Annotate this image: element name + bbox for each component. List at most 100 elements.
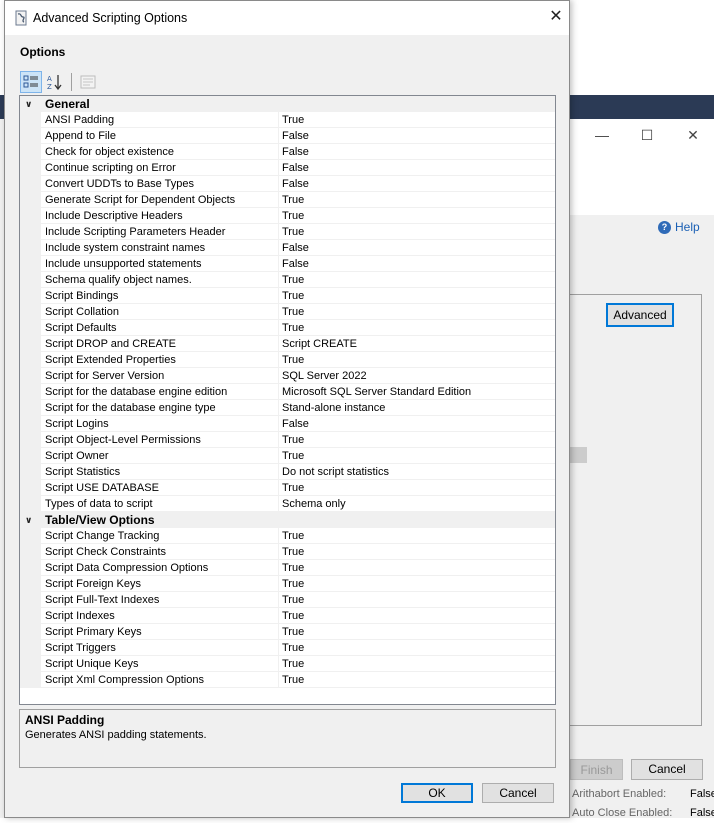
property-row[interactable]: Script Unique Keys True [20,656,555,672]
property-value[interactable]: True [282,448,304,464]
property-row[interactable]: Types of data to script Schema only [20,496,555,512]
property-row[interactable]: Script Xml Compression Options True [20,672,555,688]
property-value[interactable]: True [282,112,304,128]
property-value[interactable]: True [282,672,304,688]
property-value[interactable]: True [282,656,304,672]
property-value[interactable]: True [282,624,304,640]
property-row[interactable]: Include unsupported statements False [20,256,555,272]
property-row[interactable]: Script USE DATABASE True [20,480,555,496]
property-row[interactable]: Script Data Compression Options True [20,560,555,576]
property-row[interactable]: Include Scripting Parameters Header True [20,224,555,240]
close-icon[interactable]: ✕ [546,7,566,27]
property-value[interactable]: True [282,352,304,368]
property-row[interactable]: Include Descriptive Headers True [20,208,555,224]
property-row[interactable]: Append to File False [20,128,555,144]
property-value[interactable]: True [282,320,304,336]
property-value[interactable]: True [282,208,304,224]
property-value[interactable]: False [282,160,309,176]
property-value[interactable]: Schema only [282,496,346,512]
svg-text:A: A [47,75,52,83]
advanced-scripting-options-dialog: Advanced Scripting Options ✕ Options A Z [4,0,570,818]
row-gutter [20,416,41,432]
property-row[interactable]: Script Bindings True [20,288,555,304]
property-row[interactable]: Script Check Constraints True [20,544,555,560]
advanced-button[interactable]: Advanced [606,303,674,327]
cancel-button[interactable]: Cancel [482,783,554,803]
property-value[interactable]: False [282,144,309,160]
property-value[interactable]: True [282,544,304,560]
property-value[interactable]: False [282,416,309,432]
property-row[interactable]: ANSI Padding True [20,112,555,128]
property-name: Script Full-Text Indexes [45,594,160,606]
property-row[interactable]: Script Primary Keys True [20,624,555,640]
property-value[interactable]: True [282,608,304,624]
help-label: Help [675,220,700,234]
property-value[interactable]: Do not script statistics [282,464,389,480]
property-row[interactable]: Continue scripting on Error False [20,160,555,176]
property-value[interactable]: False [282,240,309,256]
property-value[interactable]: True [282,640,304,656]
property-value[interactable]: Stand-alone instance [282,400,385,416]
property-row[interactable]: Script Object-Level Permissions True [20,432,555,448]
help-link[interactable]: ? Help [658,219,700,235]
property-row[interactable]: Include system constraint names False [20,240,555,256]
property-row[interactable]: Generate Script for Dependent Objects Tru… [20,192,555,208]
property-value[interactable]: True [282,432,304,448]
property-value[interactable]: True [282,272,304,288]
category-header[interactable]: ∨ General [20,96,555,112]
property-row[interactable]: Script Change Tracking True [20,528,555,544]
background-footer: Arithabort Enabled: False Auto Close Ena… [570,785,714,823]
property-row[interactable]: Script Logins False [20,416,555,432]
property-row[interactable]: Schema qualify object names. True [20,272,555,288]
property-row[interactable]: Convert UDDTs to Base Types False [20,176,555,192]
property-value[interactable]: True [282,288,304,304]
property-row[interactable]: Script for Server Version SQL Server 2022 [20,368,555,384]
close-icon[interactable]: ✕ [683,125,703,145]
categorized-view-button[interactable] [20,70,42,93]
alphabetical-view-button[interactable]: A Z [44,71,66,93]
chevron-down-icon[interactable]: ∨ [25,96,37,112]
property-value[interactable]: True [282,592,304,608]
property-row[interactable]: Script for the database engine type Stand… [20,400,555,416]
minimize-icon[interactable]: — [592,125,612,145]
property-value[interactable]: False [282,256,309,272]
property-value[interactable]: False [282,176,309,192]
property-row[interactable]: Script Triggers True [20,640,555,656]
property-row[interactable]: Script Collation True [20,304,555,320]
maximize-icon[interactable]: ☐ [637,125,657,145]
property-row[interactable]: Script Foreign Keys True [20,576,555,592]
property-value[interactable]: True [282,224,304,240]
ok-button[interactable]: OK [401,783,473,803]
property-name: Script for the database engine edition [45,386,228,398]
property-value[interactable]: Microsoft SQL Server Standard Edition [282,384,471,400]
property-value[interactable]: True [282,192,304,208]
column-divider [278,576,279,592]
property-value[interactable]: Script CREATE [282,336,357,352]
finish-button[interactable]: Finish [570,759,623,780]
row-gutter [20,672,41,688]
property-row[interactable]: Script Extended Properties True [20,352,555,368]
property-name: Include Descriptive Headers [45,210,183,222]
property-value[interactable]: True [282,576,304,592]
property-value[interactable]: True [282,480,304,496]
background-cancel-button[interactable]: Cancel [631,759,703,780]
property-value[interactable]: SQL Server 2022 [282,368,367,384]
property-row[interactable]: Script Full-Text Indexes True [20,592,555,608]
property-row[interactable]: Check for object existence False [20,144,555,160]
property-name: ANSI Padding [45,114,115,126]
property-value[interactable]: False [282,128,309,144]
property-row[interactable]: Script Defaults True [20,320,555,336]
property-value[interactable]: True [282,304,304,320]
property-row[interactable]: Script Owner True [20,448,555,464]
property-row[interactable]: Script DROP and CREATE Script CREATE [20,336,555,352]
property-row[interactable]: Script Statistics Do not script statistic… [20,464,555,480]
property-grid[interactable]: ∨ General ANSI Padding True Append to File Fa… [19,95,556,705]
property-pages-button[interactable] [77,71,99,93]
category-header[interactable]: ∨ Table/View Options [20,512,555,528]
property-name: Generate Script for Dependent Objects [45,194,236,206]
property-row[interactable]: Script Indexes True [20,608,555,624]
property-row[interactable]: Script for the database engine edition Mi… [20,384,555,400]
property-value[interactable]: True [282,528,304,544]
property-value[interactable]: True [282,560,304,576]
chevron-down-icon[interactable]: ∨ [25,512,37,528]
